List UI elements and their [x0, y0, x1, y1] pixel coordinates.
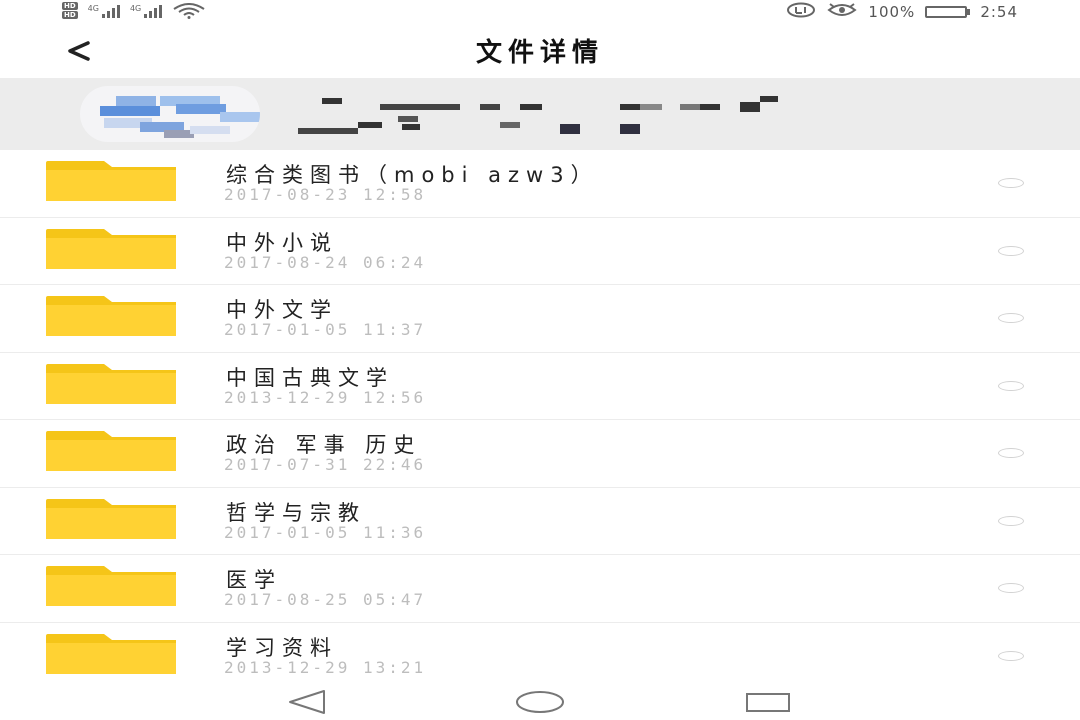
status-left: HD HD 4G 4G: [62, 2, 206, 19]
file-date: 2017-08-25 05:47: [224, 590, 427, 609]
status-right: 100% 2:54: [786, 2, 1018, 22]
list-item[interactable]: 政治 军事 历史 2017-07-31 22:46: [0, 420, 1080, 488]
wifi-icon: [172, 2, 206, 19]
signal-1-label: 4G: [87, 3, 99, 13]
status-bar: HD HD 4G 4G 100% 2:54: [0, 0, 1080, 24]
hd-icon: HD HD: [62, 2, 78, 19]
signal-icon-2: 4G: [129, 3, 163, 18]
folder-icon: [46, 498, 176, 539]
list-item[interactable]: 学习资料 2013-12-29 13:21: [0, 623, 1080, 691]
folder-icon: [46, 363, 176, 404]
signal-2-label: 4G: [129, 3, 142, 13]
file-date: 2013-12-29 13:21: [224, 657, 427, 677]
page-title: 文件详情: [475, 38, 604, 68]
list-item[interactable]: 中外文学 2017-01-05 11:37: [0, 285, 1080, 353]
file-date: 2017-01-05 11:37: [224, 320, 427, 339]
avatar: [80, 86, 260, 142]
select-radio[interactable]: [998, 650, 1024, 661]
folder-icon: [46, 633, 176, 674]
nav-recents-button[interactable]: [744, 688, 792, 716]
file-date: 2017-08-24 06:24: [224, 252, 427, 272]
select-radio[interactable]: [998, 178, 1024, 188]
account-name-redacted: [298, 94, 798, 136]
list-item[interactable]: 医学 2017-08-25 05:47: [0, 555, 1080, 623]
folder-icon: [46, 566, 176, 606]
status-time: 2:54: [980, 3, 1018, 21]
list-item[interactable]: 哲学与宗教 2017-01-05 11:36: [0, 488, 1080, 555]
account-banner: [0, 78, 1080, 150]
signal-icon: 4G: [88, 4, 120, 18]
screen: HD HD 4G 4G 100% 2:54 文件详情 综合类图书（mobi az…: [0, 0, 1080, 720]
file-date: 2013-12-29 12:56: [224, 387, 427, 407]
select-radio[interactable]: [998, 448, 1024, 458]
file-date: 2017-07-31 22:46: [224, 455, 427, 474]
nav-bar: [0, 684, 1080, 720]
list-item[interactable]: 中国古典文学 2013-12-29 12:56: [0, 353, 1080, 420]
battery-percent: 100%: [868, 3, 916, 21]
header: 文件详情: [0, 24, 1080, 78]
hd-badge-1: HD: [62, 2, 78, 10]
select-radio[interactable]: [998, 515, 1024, 526]
hd-badge-2: HD: [62, 11, 78, 19]
nav-home-icon: [516, 691, 564, 713]
nfc-icon: [786, 2, 816, 22]
file-date: 2017-08-23 12:58: [224, 185, 427, 204]
battery-icon: [925, 6, 971, 18]
list-item[interactable]: 综合类图书（mobi azw3） 2017-08-23 12:58: [0, 150, 1080, 218]
nav-recents-icon: [746, 693, 790, 712]
folder-icon: [46, 228, 176, 269]
select-radio[interactable]: [998, 313, 1024, 323]
nav-back-icon: [289, 690, 325, 714]
select-radio[interactable]: [998, 245, 1024, 256]
folder-icon: [46, 161, 176, 201]
file-date: 2017-01-05 11:36: [224, 522, 427, 542]
folder-icon: [46, 431, 176, 471]
list-item[interactable]: 中外小说 2017-08-24 06:24: [0, 218, 1080, 285]
eye-comfort-icon: [826, 2, 858, 22]
nav-home-button[interactable]: [514, 688, 566, 716]
select-radio[interactable]: [998, 583, 1024, 593]
folder-icon: [46, 296, 176, 336]
select-radio[interactable]: [998, 380, 1024, 391]
nav-back-button[interactable]: [284, 688, 332, 716]
file-list: 综合类图书（mobi azw3） 2017-08-23 12:58 中外小说 2…: [0, 150, 1080, 690]
